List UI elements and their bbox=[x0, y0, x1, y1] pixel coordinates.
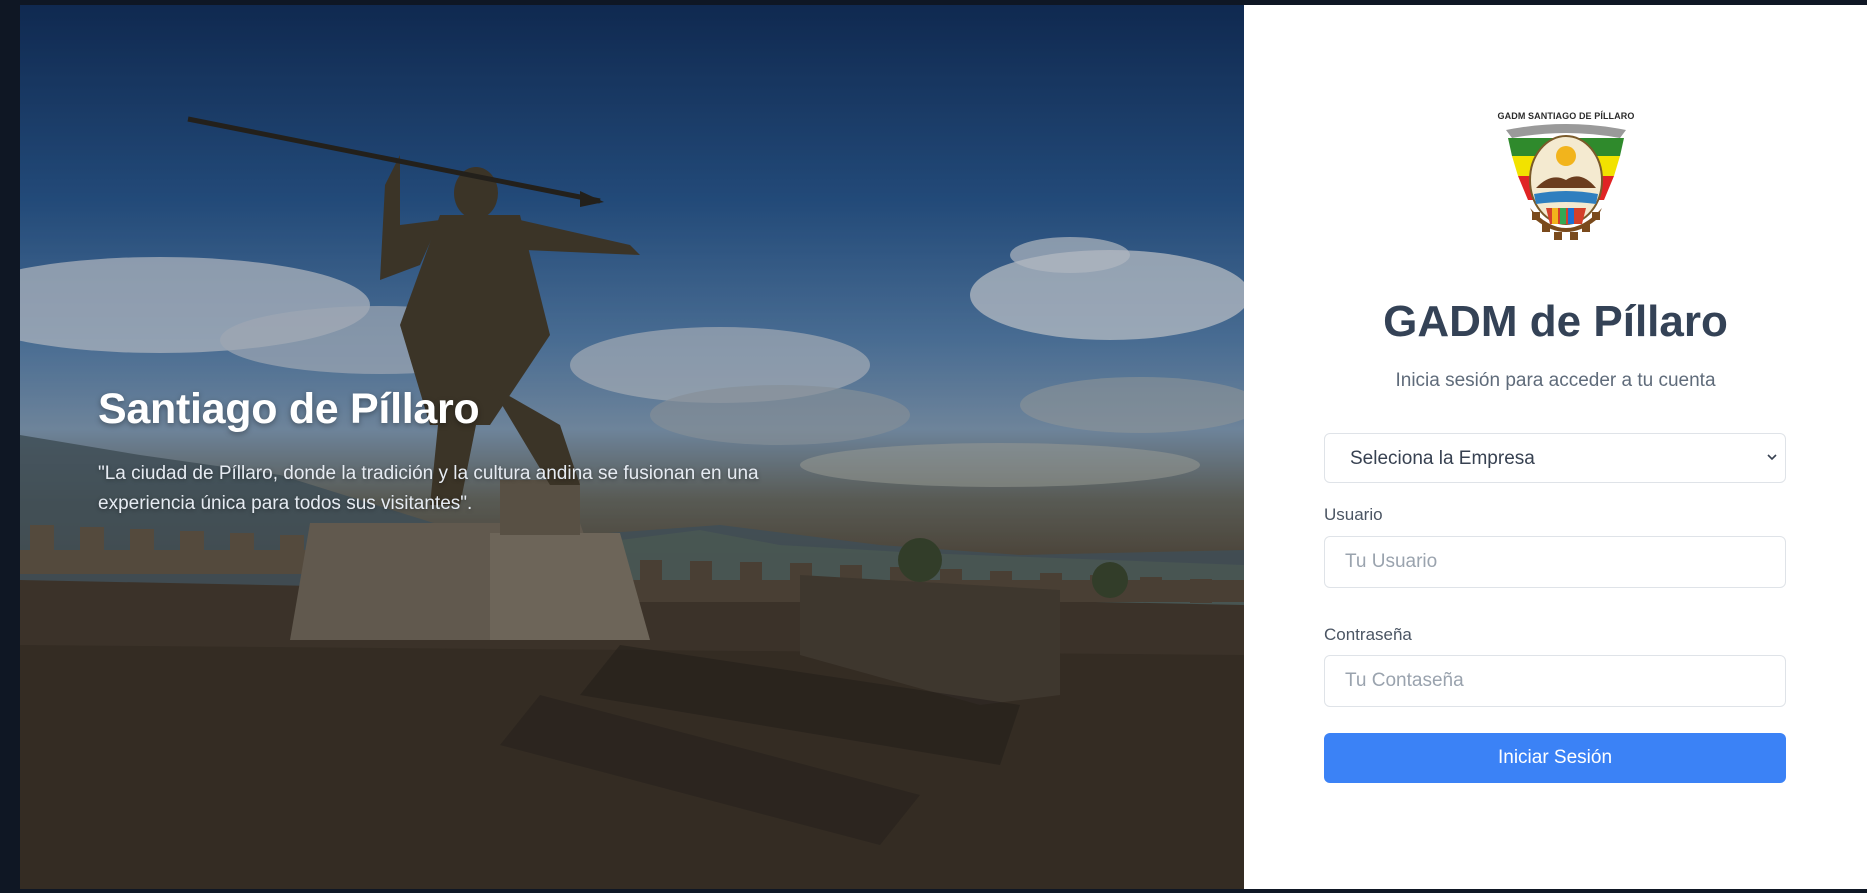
chevron-down-icon bbox=[1767, 454, 1777, 461]
coat-of-arms-logo bbox=[1506, 124, 1626, 240]
user-label: Usuario bbox=[1324, 505, 1383, 524]
login-page: Santiago de Píllaro "La ciudad de Píllar… bbox=[20, 5, 1867, 889]
login-subtitle: Inicia sesión para acceder a tu cuenta bbox=[1395, 370, 1716, 391]
login-panel: GADM SANTIAGO DE PÍLLARO GADM de Píllaro… bbox=[1244, 5, 1867, 889]
user-input[interactable] bbox=[1324, 536, 1786, 588]
login-button[interactable]: Iniciar Sesión bbox=[1324, 733, 1786, 783]
password-label: Contraseña bbox=[1324, 625, 1412, 644]
hero-panel: Santiago de Píllaro "La ciudad de Píllar… bbox=[20, 5, 1244, 889]
hero-overlay bbox=[20, 5, 1244, 889]
company-select-value: Seleciona la Empresa bbox=[1350, 448, 1535, 469]
hero-title: Santiago de Píllaro bbox=[98, 385, 480, 433]
hero-quote: "La ciudad de Píllaro, donde la tradició… bbox=[98, 463, 759, 514]
login-title: GADM de Píllaro bbox=[1383, 297, 1728, 346]
password-input[interactable] bbox=[1324, 655, 1786, 707]
company-select[interactable]: Seleciona la Empresa bbox=[1324, 433, 1786, 483]
